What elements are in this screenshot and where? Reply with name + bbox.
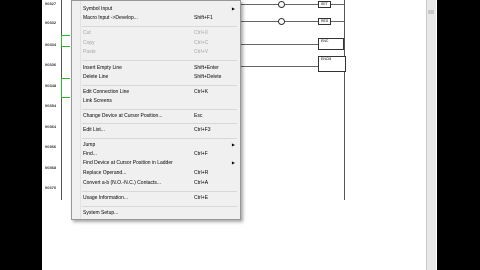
menu-item-label: Usage Information... bbox=[83, 195, 129, 201]
submenu-arrow-icon: ▶ bbox=[231, 160, 235, 165]
menu-item-shortcut: Ctrl+C bbox=[194, 40, 209, 46]
menu-item-label: System Setup... bbox=[83, 210, 119, 216]
menu-item-shortcut: Ctrl+F3 bbox=[194, 127, 211, 133]
menu-item-label: Edit List... bbox=[83, 127, 105, 133]
menu-separator bbox=[82, 60, 237, 61]
menu-separator bbox=[82, 206, 237, 207]
menu-separator bbox=[82, 191, 237, 192]
menu-item-label: Cut bbox=[83, 30, 91, 36]
coil-instruction[interactable]: ENCM bbox=[318, 56, 346, 72]
coil-symbol bbox=[278, 18, 285, 25]
menu-item-label: Paste bbox=[83, 49, 96, 55]
step-number: 00364 bbox=[45, 124, 57, 129]
menu-item-label: Insert Empty Line bbox=[83, 65, 122, 71]
menu-separator bbox=[82, 26, 237, 27]
step-number: 00348 bbox=[45, 83, 57, 88]
menu-item-shortcut: Esc bbox=[194, 113, 203, 119]
menu-separator bbox=[82, 109, 237, 110]
menu-item-shortcut: Ctrl+R bbox=[194, 170, 209, 176]
coil-instruction[interactable]: SET bbox=[318, 1, 331, 8]
context-menu: Symbol Input ▶ Macro Input ->Develop... … bbox=[71, 0, 241, 220]
scrollbar-thumb[interactable] bbox=[428, 10, 434, 14]
menu-item-label: Macro Input ->Develop... bbox=[83, 15, 138, 21]
menu-item-shortcut: Ctrl+V bbox=[194, 49, 209, 55]
menu-separator bbox=[82, 85, 237, 86]
menu-item-label: Symbol Input bbox=[83, 6, 113, 12]
vertical-scrollbar[interactable] bbox=[426, 0, 436, 270]
submenu-arrow-icon: ▶ bbox=[231, 6, 235, 11]
menu-item-copy[interactable]: Copy Ctrl+C bbox=[82, 39, 237, 47]
menu-icon-gutter bbox=[72, 1, 81, 219]
step-number: 00334 bbox=[45, 42, 57, 47]
coil-instruction[interactable]: RES bbox=[318, 18, 332, 25]
menu-item-find[interactable]: Find... Ctrl+F bbox=[82, 150, 237, 158]
menu-item-label: Find... bbox=[83, 151, 97, 157]
selection-bracket bbox=[61, 78, 70, 98]
menu-item-paste[interactable]: Paste Ctrl+V bbox=[82, 48, 237, 56]
menu-item-system-setup[interactable]: System Setup... bbox=[82, 209, 237, 217]
step-number: 00368 bbox=[45, 165, 57, 170]
step-number: 00332 bbox=[45, 20, 57, 25]
menu-item-cut[interactable]: Cut Ctrl+X bbox=[82, 29, 237, 37]
menu-item-delete-line[interactable]: Delete Line Shift+Delete bbox=[82, 73, 237, 81]
right-power-rail bbox=[344, 0, 345, 200]
menu-item-label: Copy bbox=[83, 40, 95, 46]
submenu-arrow-icon: ▶ bbox=[231, 142, 235, 147]
step-number: 00366 bbox=[45, 144, 57, 149]
step-number: 00327 bbox=[45, 1, 57, 6]
menu-item-find-device-in-ladder[interactable]: Find Device at Cursor Position in Ladder… bbox=[82, 159, 237, 167]
menu-item-shortcut: Shift+Enter bbox=[194, 65, 219, 71]
menu-item-replace-operand[interactable]: Replace Operand... Ctrl+R bbox=[82, 169, 237, 177]
menu-item-label: Change Device at Cursor Position... bbox=[83, 113, 163, 119]
menu-item-shortcut: Ctrl+A bbox=[194, 180, 209, 186]
menu-item-label: Link Screens bbox=[83, 98, 112, 104]
menu-item-convert-contacts[interactable]: Convert a-b (N.O.-N.C.) Contacts... Ctrl… bbox=[82, 179, 237, 187]
menu-item-label: Convert a-b (N.O.-N.C.) Contacts... bbox=[83, 180, 162, 186]
coil-instruction[interactable]: ENC bbox=[318, 38, 344, 50]
menu-item-label: Find Device at Cursor Position in Ladder bbox=[83, 160, 173, 166]
menu-item-link-screens[interactable]: Link Screens bbox=[82, 97, 237, 105]
menu-item-edit-connection-line[interactable]: Edit Connection Line Ctrl+K bbox=[82, 88, 237, 96]
menu-item-edit-list[interactable]: Edit List... Ctrl+F3 bbox=[82, 126, 237, 134]
selection-bracket bbox=[61, 35, 70, 47]
menu-item-change-device[interactable]: Change Device at Cursor Position... Esc bbox=[82, 112, 237, 120]
left-power-rail bbox=[61, 0, 62, 200]
menu-item-usage-information[interactable]: Usage Information... Ctrl+E bbox=[82, 194, 237, 202]
menu-item-shortcut: Ctrl+X bbox=[194, 30, 209, 36]
menu-separator bbox=[82, 138, 237, 139]
menu-item-label: Jump bbox=[83, 142, 96, 148]
step-number: 00354 bbox=[45, 103, 57, 108]
coil-symbol bbox=[278, 1, 285, 8]
step-number: 00336 bbox=[45, 62, 57, 67]
menu-item-symbol-input[interactable]: Symbol Input ▶ bbox=[82, 5, 237, 13]
menu-item-shortcut: Shift+F1 bbox=[194, 15, 213, 21]
menu-item-shortcut: Ctrl+K bbox=[194, 89, 209, 95]
menu-item-label: Delete Line bbox=[83, 74, 109, 80]
menu-item-label: Replace Operand... bbox=[83, 170, 127, 176]
menu-separator bbox=[82, 123, 237, 124]
menu-item-shortcut: Shift+Delete bbox=[194, 74, 222, 80]
menu-item-shortcut: Ctrl+F bbox=[194, 151, 208, 157]
menu-item-macro-input[interactable]: Macro Input ->Develop... Shift+F1 bbox=[82, 14, 237, 22]
menu-item-insert-empty-line[interactable]: Insert Empty Line Shift+Enter bbox=[82, 64, 237, 72]
menu-item-jump[interactable]: Jump ▶ bbox=[82, 141, 237, 149]
step-number: 00370 bbox=[45, 185, 57, 190]
menu-item-label: Edit Connection Line bbox=[83, 89, 130, 95]
menu-item-shortcut: Ctrl+E bbox=[194, 195, 209, 201]
